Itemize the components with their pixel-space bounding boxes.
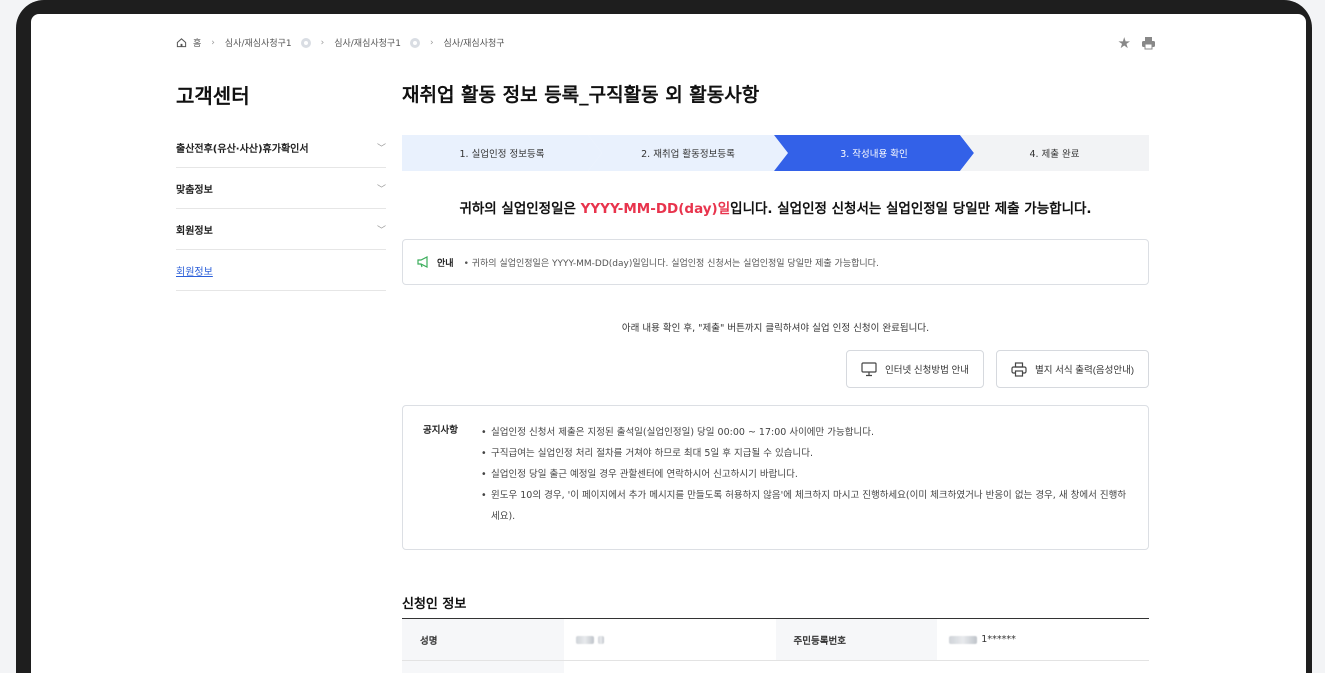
- button-label: 인터넷 신청방법 안내: [885, 365, 969, 376]
- chevron-right-icon: ›: [320, 37, 325, 48]
- sidebar-item-label: 회원정보: [176, 225, 213, 237]
- screen: 홈 › 심사/재심사청구1 › 심사/재심사청구1 › 심사/재심사청구 ★ 고…: [31, 14, 1306, 673]
- megaphone-icon: [417, 256, 428, 268]
- star-icon[interactable]: ★: [1118, 36, 1131, 51]
- sidebar-link[interactable]: 회원정보: [176, 263, 213, 278]
- printer-icon: [1011, 361, 1027, 377]
- empty-label: [402, 661, 564, 673]
- chevron-down-icon: ﹀: [376, 225, 386, 236]
- sidebar-item-maternity-leave[interactable]: 출산전후(유산·사산)휴가확인서 ﹀: [176, 127, 386, 168]
- recognition-date-notice: 귀하의 실업인정일은 YYYY-MM-DD(day)일입니다. 실업인정 신청서…: [402, 197, 1149, 217]
- step-label: 4. 제출 완료: [1029, 149, 1080, 160]
- breadcrumb-item-1[interactable]: 심사/재심사청구1: [225, 36, 292, 49]
- sidebar-title: 고객센터: [176, 84, 250, 108]
- guide-text: • 귀하의 실업인정일은 YYYY-MM-DD(day)일입니다. 실업인정 신…: [463, 258, 879, 269]
- name-label: 성명: [402, 619, 564, 660]
- breadcrumb-item-2[interactable]: 심사/재심사청구1: [334, 36, 401, 49]
- rrn-label: 주민등록번호: [775, 619, 938, 660]
- table-row: [402, 661, 1149, 673]
- sidebar-item-label: 맞춤정보: [176, 184, 213, 196]
- print-form-button[interactable]: 별지 서식 출력(음성안내): [995, 350, 1149, 388]
- printer-icon[interactable]: [1141, 36, 1156, 50]
- recognition-date-suffix: 일: [717, 201, 731, 217]
- home-icon[interactable]: [176, 37, 187, 48]
- applicant-table: 성명 주민등록번호 1******: [402, 618, 1149, 673]
- step-progress: 1. 실업인정 정보등록 2. 재취업 활동정보등록 3. 작성내용 확인 4.…: [402, 135, 1149, 171]
- confirm-instruction: 아래 내용 확인 후, "제출" 버튼까지 클릭하셔야 실업 인정 신청이 완료…: [621, 323, 930, 334]
- notice-prefix: 귀하의 실업인정일은: [459, 201, 581, 217]
- step-label: 3. 작성내용 확인: [840, 149, 908, 160]
- internet-guide-button[interactable]: 인터넷 신청방법 안내: [846, 350, 984, 388]
- breadcrumb-home[interactable]: 홈: [193, 36, 201, 49]
- action-buttons: 인터넷 신청방법 안내 별지 서식 출력(음성안내): [846, 350, 1149, 388]
- empty-value: [564, 661, 776, 673]
- step-1: 1. 실업인정 정보등록: [402, 135, 602, 171]
- announcement-item: 구직급여는 실업인정 처리 절차를 거쳐야 하므로 최대 5일 후 지급될 수 …: [481, 443, 1128, 464]
- guide-box: 안내 • 귀하의 실업인정일은 YYYY-MM-DD(day)일입니다. 실업인…: [402, 239, 1149, 285]
- step-2: 2. 재취업 활동정보등록: [588, 135, 788, 171]
- chevron-right-icon: ›: [429, 37, 434, 48]
- announcement-item: 실업인정 신청서 제출은 지정된 출석일(실업인정일) 당일 00:00 ~ 1…: [481, 422, 1128, 443]
- sidebar-item-member-info-link[interactable]: 회원정보: [176, 250, 386, 291]
- announcements-box: 공지사항 실업인정 신청서 제출은 지정된 출석일(실업인정일) 당일 00:0…: [402, 405, 1149, 550]
- step-3-active: 3. 작성내용 확인: [774, 135, 974, 171]
- step-label: 2. 재취업 활동정보등록: [641, 149, 735, 160]
- notice-rest: 입니다. 실업인정 신청서는 실업인정일 당일만 제출 가능합니다.: [730, 201, 1092, 217]
- sidebar-item-member-info[interactable]: 회원정보 ﹀: [176, 209, 386, 250]
- chevron-down-icon: ﹀: [376, 184, 386, 195]
- breadcrumb-item-3[interactable]: 심사/재심사청구: [444, 36, 505, 49]
- announcements-title: 공지사항: [423, 425, 458, 436]
- step-4: 4. 제출 완료: [960, 135, 1149, 171]
- button-label: 별지 서식 출력(음성안내): [1034, 365, 1134, 376]
- guide-label: 안내: [437, 258, 454, 269]
- dropdown-circle-icon[interactable]: [409, 37, 420, 48]
- main-content: 재취업 활동 정보 등록_구직활동 외 활동사항 1. 실업인정 정보등록 2.…: [402, 80, 1149, 673]
- sidebar: 고객센터 출산전후(유산·사산)휴가확인서 ﹀ 맞춤정보 ﹀ 회원정보 ﹀ 회원…: [176, 80, 386, 291]
- top-actions: ★: [1118, 36, 1156, 51]
- monitor-icon: [861, 361, 877, 376]
- announcements-list: 실업인정 신청서 제출은 지정된 출석일(실업인정일) 당일 00:00 ~ 1…: [481, 422, 1128, 533]
- announcement-item: 윈도우 10의 경우, '이 페이지에서 추가 메시지를 만들도록 허용하지 않…: [481, 485, 1128, 527]
- table-row: 성명 주민등록번호 1******: [402, 619, 1149, 661]
- dropdown-circle-icon[interactable]: [300, 37, 311, 48]
- announcement-item: 실업인정 당일 출근 예정일 경우 관할센터에 연락하시어 신고하시기 바랍니다…: [481, 464, 1128, 485]
- breadcrumb: 홈 › 심사/재심사청구1 › 심사/재심사청구1 › 심사/재심사청구: [176, 36, 505, 49]
- step-label: 1. 실업인정 정보등록: [459, 149, 545, 160]
- chevron-down-icon: ﹀: [376, 143, 386, 154]
- recognition-date: YYYY-MM-DD(day): [580, 201, 718, 217]
- applicant-section-title: 신청인 정보: [402, 597, 467, 612]
- sidebar-item-custom-info[interactable]: 맞춤정보 ﹀: [176, 168, 386, 209]
- name-value-redacted: [564, 619, 776, 660]
- page-title: 재취업 활동 정보 등록_구직활동 외 활동사항: [402, 84, 760, 106]
- sidebar-item-label: 출산전후(유산·사산)휴가확인서: [176, 143, 309, 155]
- chevron-right-icon: ›: [211, 37, 215, 48]
- rrn-value: 1******: [937, 619, 1149, 660]
- rrn-masked: 1******: [981, 634, 1016, 645]
